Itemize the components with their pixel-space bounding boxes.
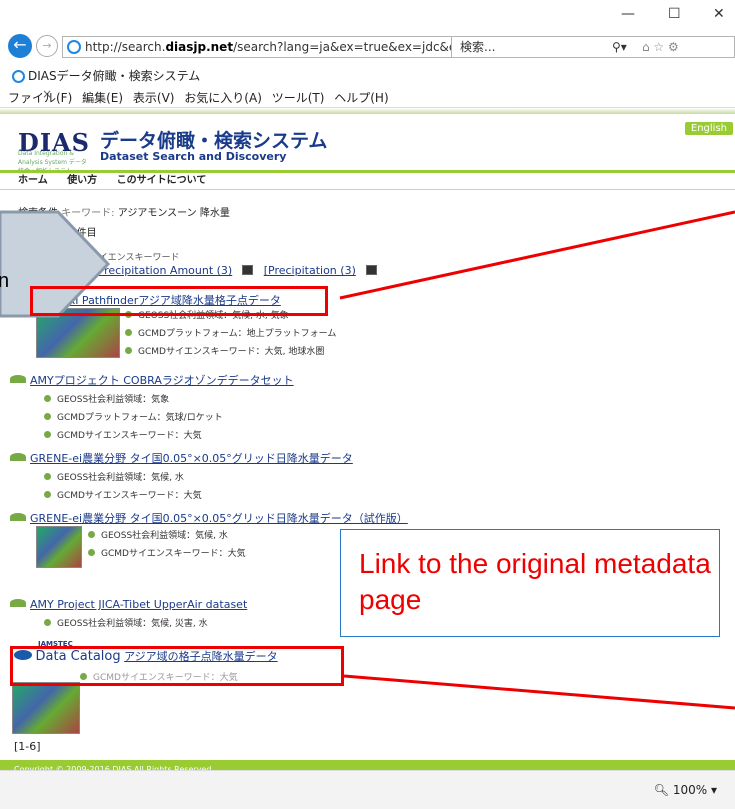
home-star-gear-icons[interactable]: ⌂ ☆ ⚙ [642, 37, 679, 57]
calendar-icon[interactable] [365, 265, 377, 275]
result-item: GRENE-ei農業分野 タイ国0.05°×0.05°グリッド日降水量データ（試… [10, 510, 408, 526]
result-meta: GCMDサイエンスキーワード：大気, 地球水圏 [125, 344, 324, 357]
menu-help[interactable]: ヘルプ(H) [334, 91, 388, 105]
minimize-icon[interactable]: — [621, 6, 635, 22]
zoom-icon: 🔍︎ [653, 783, 670, 797]
result-title-link[interactable]: AMY Project JICA-Tibet UpperAir dataset [30, 598, 247, 611]
result-title-link[interactable]: AMYプロジェクト COBRAラジオゾンデデータセット [30, 374, 294, 387]
callout-text: n [0, 270, 10, 292]
status-bar: 🔍︎ 100% ▾ [0, 770, 735, 809]
result-item: AMY Project JICA-Tibet UpperAir dataset [10, 598, 247, 611]
annotation-box: Link to the original metadata page [340, 529, 720, 637]
menu-tools[interactable]: ツール(T) [272, 91, 325, 105]
result-meta: GCMDプラットフォーム：気球/ロケット [44, 410, 223, 423]
result-item: AMYプロジェクト COBRAラジオゾンデデータセット [10, 372, 294, 388]
bullet-icon [44, 431, 51, 438]
site-title: データ俯瞰・検索システム [100, 130, 328, 152]
header-band [0, 108, 735, 114]
bullet-icon [44, 473, 51, 480]
close-icon[interactable]: ✕ [713, 6, 725, 22]
bullet-icon [125, 347, 132, 354]
bullet-icon [44, 491, 51, 498]
result-meta: GCMDプラットフォーム：地上プラットフォーム [125, 326, 336, 339]
nav-about[interactable]: このサイトについて [117, 175, 207, 186]
site-subtitle: Dataset Search and Discovery [100, 150, 287, 163]
refine-label: み検索 by GCMDサイエンスキーワード [18, 253, 180, 263]
bird-icon [10, 453, 26, 461]
menu-file[interactable]: ファイル(F) [8, 91, 72, 105]
refine-link[interactable]: here (4) [18, 264, 62, 277]
refine-link[interactable]: [Precipitation (3) [264, 264, 356, 277]
menu-edit[interactable]: 編集(E) [82, 91, 123, 105]
english-button[interactable]: English [684, 122, 733, 135]
site-nav: ホーム 使い方 このサイトについて [0, 170, 735, 190]
result-thumbnail[interactable] [36, 526, 82, 568]
nav-home[interactable]: ホーム [18, 175, 48, 186]
calendar-icon[interactable] [242, 265, 254, 275]
bird-icon [10, 513, 26, 521]
result-meta: GEOSS社会利益領域：気候, 災害, 水 [44, 616, 208, 629]
ie-icon [67, 40, 81, 54]
bird-icon [10, 599, 26, 607]
search-icon[interactable]: ⚲▾ [612, 37, 627, 57]
result-meta: GEOSS社会利益領域：気候, 水 [88, 528, 228, 541]
result-meta: GEOSS社会利益領域：気候, 水 [44, 470, 184, 483]
bird-icon [10, 375, 26, 383]
result-thumbnail[interactable] [12, 682, 80, 734]
menu-view[interactable]: 表示(V) [133, 91, 175, 105]
result-title-link[interactable]: GRENE-ei農業分野 タイ国0.05°×0.05°グリッド日降水量データ [30, 452, 353, 465]
address-bar[interactable]: http://search.diasjp.net/search?lang=ja&… [62, 36, 452, 58]
back-button[interactable]: ← [8, 34, 32, 58]
result-meta: GEOSS社会利益領域：気象 [44, 392, 169, 405]
browser-tab[interactable]: DIASデータ俯瞰・検索システム × [8, 67, 208, 101]
bullet-icon [125, 329, 132, 336]
result-meta: GCMDサイエンスキーワード：大気 [44, 488, 202, 501]
highlight-box [30, 286, 328, 316]
bullet-icon [88, 549, 95, 556]
address-row: ← → http://search.diasjp.net/search?lang… [0, 26, 735, 62]
footer: Copyright © 2009-2016 DIAS All Rights Re… [0, 760, 735, 770]
bullet-icon [44, 395, 51, 402]
zoom-control[interactable]: 🔍︎ 100% ▾ [654, 783, 717, 797]
menu-favorites[interactable]: お気に入り(A) [184, 91, 262, 105]
bullet-icon [44, 619, 51, 626]
forward-button[interactable]: → [36, 35, 58, 57]
calendar-icon[interactable] [71, 265, 83, 275]
ie-icon [12, 70, 25, 83]
menu-bar: ファイル(F) 編集(E) 表示(V) お気に入り(A) ツール(T) ヘルプ(… [0, 88, 735, 108]
bullet-icon [88, 531, 95, 538]
result-meta: GCMDサイエンスキーワード：大気 [88, 546, 246, 559]
refine-link[interactable]: [Precipitation Amount (3) [93, 264, 232, 277]
pagination[interactable]: [1-6] [14, 740, 41, 753]
result-count: 6 件中 1 - 6 件目 [18, 228, 97, 239]
result-item: GRENE-ei農業分野 タイ国0.05°×0.05°グリッド日降水量データ [10, 450, 353, 466]
maximize-icon[interactable]: ☐ [668, 6, 681, 22]
nav-howto[interactable]: 使い方 [67, 175, 97, 186]
result-meta: GCMDサイエンスキーワード：大気 [44, 428, 202, 441]
highlight-box [10, 646, 344, 686]
tab-bar: DIASデータ俯瞰・検索システム × [0, 64, 735, 101]
refine-links: here (4) [Precipitation Amount (3) [Prec… [18, 264, 377, 277]
bullet-icon [44, 413, 51, 420]
search-input[interactable]: 検索... ⚲▾ ⌂ ☆ ⚙ [452, 36, 735, 58]
result-title-link[interactable]: GRENE-ei農業分野 タイ国0.05°×0.05°グリッド日降水量データ（試… [30, 512, 408, 525]
search-condition: 検索条件 キーワード: アジアモンスーン 降水量 [18, 208, 230, 219]
